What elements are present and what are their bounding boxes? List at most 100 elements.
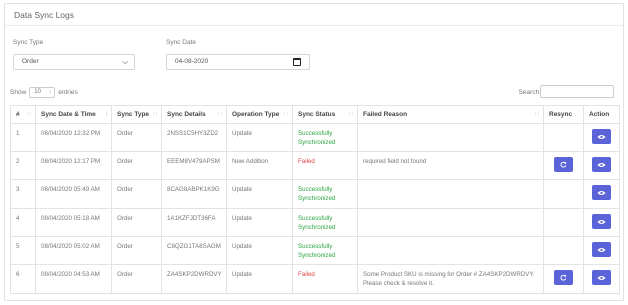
cell-action (583, 208, 620, 237)
cell-datetime: 08/04/2020 12:17 PM (35, 151, 112, 180)
cell-status: Successfully Synchronized (292, 179, 358, 209)
sync-type-value: Order (22, 58, 39, 65)
cell-details: 1A1KZFJDT36FA (161, 208, 227, 237)
eye-icon (597, 190, 606, 195)
table-row: 6 08/04/2020 04:53 AM Order ZA4SKP2DWRDV… (10, 264, 620, 294)
cell-details: 2NSS1C5HY3ZD2 (161, 123, 227, 152)
sort-icon: ↑↓ (217, 111, 224, 117)
eye-icon (597, 247, 606, 252)
cell-action (583, 123, 620, 152)
calendar-icon[interactable] (293, 58, 301, 66)
cell-action (583, 179, 620, 209)
cell-datetime: 08/04/2020 05:49 AM (35, 179, 112, 209)
cell-action (583, 151, 620, 180)
cell-reason: required field not found (357, 151, 544, 180)
cell-num: 3 (10, 179, 36, 209)
cell-type: Order (111, 123, 162, 152)
updown-icon: ↕ (48, 89, 52, 95)
show-label: Show (10, 89, 27, 96)
cell-reason (357, 208, 544, 237)
cell-type: Order (111, 179, 162, 209)
refresh-icon (560, 161, 567, 168)
cell-num: 6 (10, 264, 36, 294)
page-title: Data Sync Logs (14, 10, 75, 20)
cell-operation: New Addition (226, 151, 293, 180)
sync-date-value: 04-08-2020 (175, 58, 209, 65)
cell-type: Order (111, 208, 162, 237)
sort-icon: ↑↓ (152, 111, 159, 117)
col-header-operation-type[interactable]: Operation Type ↑↓ (226, 105, 293, 124)
cell-action (583, 264, 620, 294)
eye-icon (597, 162, 606, 167)
cell-operation: Update (226, 208, 293, 237)
col-header-sync-status[interactable]: Sync Status ↑↓ (292, 105, 358, 124)
cell-type: Order (111, 236, 162, 265)
col-header-failed-reason[interactable]: Failed Reason ↑↓ (357, 105, 544, 124)
cell-datetime: 08/04/2020 05:02 AM (35, 236, 112, 265)
cell-resync (543, 264, 584, 294)
cell-datetime: 08/04/2020 05:18 AM (35, 208, 112, 237)
cell-num: 2 (10, 151, 36, 180)
entries-length-control: Show 10 ↕ entries (10, 87, 78, 98)
sync-logs-panel: Data Sync Logs Sync Type Order ⌵ Sync Da… (4, 3, 624, 301)
cell-status: Failed (292, 151, 358, 180)
search-input[interactable] (540, 85, 614, 98)
sort-icon: ↑↓ (348, 111, 355, 117)
view-button[interactable] (592, 242, 611, 257)
cell-num: 5 (10, 236, 36, 265)
cell-resync (543, 208, 584, 237)
table-header-row: # ↑↓ Sync Date & Time ↓ Sync Type ↑↓ Sync D… (10, 105, 620, 124)
cell-resync (543, 151, 584, 180)
cell-status: Successfully Synchronized (292, 236, 358, 265)
entries-label: entries (58, 89, 78, 96)
title-divider (5, 25, 623, 26)
entries-select[interactable]: 10 ↕ (29, 87, 56, 98)
table-body: 1 08/04/2020 12:32 PM Order 2NSS1C5HY3ZD… (10, 123, 620, 294)
sort-icon: ↑↓ (534, 111, 541, 117)
entries-value: 10 (34, 89, 41, 95)
search-label: Search: (518, 89, 541, 96)
view-button[interactable] (592, 185, 611, 200)
cell-num: 1 (10, 123, 36, 152)
resync-button[interactable] (554, 270, 573, 285)
cell-resync (543, 236, 584, 265)
view-button[interactable] (592, 270, 611, 285)
cell-operation: Update (226, 123, 293, 152)
resync-button[interactable] (554, 157, 573, 172)
col-header-action: Action (583, 105, 620, 124)
table-row: 3 08/04/2020 05:49 AM Order 8CAG8ABPK1K9… (10, 179, 620, 209)
cell-status: Failed (292, 264, 358, 294)
cell-num: 4 (10, 208, 36, 237)
cell-operation: Update (226, 264, 293, 294)
cell-reason: Some Product SKU is missing for Order # … (357, 264, 544, 294)
eye-icon (597, 219, 606, 224)
sort-icon: ↑↓ (26, 111, 33, 117)
col-header-sync-date-time[interactable]: Sync Date & Time ↓ (35, 105, 112, 124)
cell-datetime: 08/04/2020 12:32 PM (35, 123, 112, 152)
sync-type-label: Sync Type (13, 39, 44, 46)
view-button[interactable] (592, 214, 611, 229)
cell-status: Successfully Synchronized (292, 123, 358, 152)
cell-type: Order (111, 151, 162, 180)
eye-icon (597, 134, 606, 139)
sync-logs-table: # ↑↓ Sync Date & Time ↓ Sync Type ↑↓ Sync D… (10, 105, 620, 294)
cell-status: Successfully Synchronized (292, 208, 358, 237)
chevron-down-icon: ⌵ (122, 57, 128, 66)
col-header-sync-details[interactable]: Sync Details ↑↓ (161, 105, 227, 124)
col-header-sync-type[interactable]: Sync Type ↑↓ (111, 105, 162, 124)
cell-type: Order (111, 264, 162, 294)
view-button[interactable] (592, 157, 611, 172)
cell-resync (543, 179, 584, 209)
cell-details: C8QZG1TA8SAGM (161, 236, 227, 265)
view-button[interactable] (592, 129, 611, 144)
cell-datetime: 08/04/2020 04:53 AM (35, 264, 112, 294)
cell-reason (357, 236, 544, 265)
sync-type-select[interactable]: Order ⌵ (13, 54, 135, 70)
cell-operation: Update (226, 179, 293, 209)
sync-date-input[interactable]: 04-08-2020 (166, 54, 310, 70)
eye-icon (597, 275, 606, 280)
cell-details: ZA4SKP2DWRDVY (161, 264, 227, 294)
sort-icon: ↑↓ (283, 111, 290, 117)
col-header-num[interactable]: # ↑↓ (10, 105, 36, 124)
table-row: 5 08/04/2020 05:02 AM Order C8QZG1TA8SAG… (10, 236, 620, 265)
